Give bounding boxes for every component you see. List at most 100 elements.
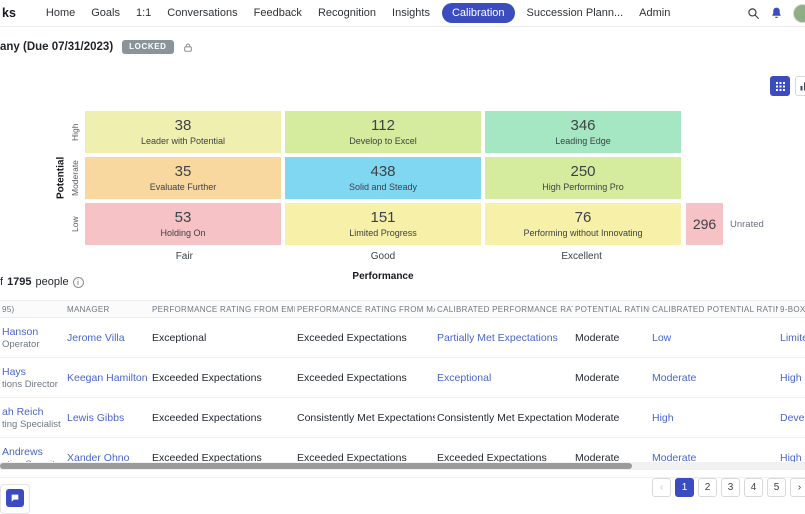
table-row: ah Reich ting Specialist Lewis Gibbs Exc… (0, 398, 805, 438)
nav-right (747, 4, 805, 23)
cell-count: 38 (175, 118, 192, 135)
horizontal-scrollbar-thumb[interactable] (0, 463, 632, 469)
calibrated-potential-cell[interactable]: Moderate (650, 372, 778, 384)
employee-name-link[interactable]: Hanson (2, 326, 65, 338)
cell-label: Limited Progress (349, 228, 417, 238)
bell-icon[interactable] (770, 6, 783, 20)
employee-title: tions Director (2, 379, 65, 390)
avatar[interactable] (793, 4, 805, 23)
info-icon[interactable]: i (73, 277, 84, 288)
chart-view-icon[interactable] (795, 76, 805, 96)
unrated-cell[interactable]: 296 (686, 203, 723, 245)
nav-item-insights[interactable]: Insights (384, 7, 438, 19)
cell-count: 76 (575, 210, 592, 227)
col-label-good: Good (284, 251, 483, 262)
perf-rating-employee: Exceptional (150, 332, 295, 344)
col-perf-from-manager: PERFORMANCE RATING FROM MANA... (295, 305, 435, 314)
nine-box-cells: 38 Leader with Potential 112 Develop to … (85, 111, 681, 245)
unrated-count: 296 (693, 216, 716, 232)
manager-link[interactable]: Keegan Hamilton (65, 372, 150, 384)
perf-rating-manager: Consistently Met Expectations (295, 412, 435, 424)
nav-item-admin[interactable]: Admin (631, 7, 678, 19)
nav-item-1on1[interactable]: 1:1 (128, 7, 159, 19)
calibrated-performance-cell[interactable]: Exceptional (435, 372, 573, 384)
perf-rating-manager: Exceeded Expectations (295, 372, 435, 384)
performance-axis-labels: Fair Good Excellent (85, 251, 681, 262)
pagination-page-2[interactable]: 2 (698, 478, 717, 497)
col-nine-box-position: 9-BOX PO... (778, 305, 805, 314)
nav-item-calibration[interactable]: Calibration (442, 3, 515, 23)
cell-label: Performing without Innovating (523, 228, 642, 238)
nine-box-cell-holding-on[interactable]: 53 Holding On (85, 203, 281, 245)
pagination-next-button[interactable]: › (790, 478, 805, 497)
calibrated-performance-cell[interactable]: Consistently Met Expectations (435, 412, 573, 424)
employee-cell: Hanson Operator (0, 326, 65, 350)
nine-box-grid: Potential High Moderate Low 38 Leader wi… (85, 111, 681, 282)
cell-label: Develop to Excel (349, 136, 417, 146)
calibrated-potential-cell[interactable]: High (650, 412, 778, 424)
cell-label: High Performing Pro (542, 182, 624, 192)
employee-name-link[interactable]: Hays (2, 366, 65, 378)
calibrated-potential-cell[interactable]: Low (650, 332, 778, 344)
nav-items: Home Goals 1:1 Conversations Feedback Re… (38, 3, 678, 23)
cell-label: Holding On (160, 228, 205, 238)
nine-box-cell-evaluate-further[interactable]: 35 Evaluate Further (85, 157, 281, 199)
nine-box-cell-leading-edge[interactable]: 346 Leading Edge (485, 111, 681, 153)
table-row: Andrews ation Securit... Xander Ohno Exc… (0, 438, 805, 478)
nine-box-position-cell[interactable]: High Pe (778, 372, 805, 384)
horizontal-scrollbar-track (0, 462, 805, 470)
employee-name-link[interactable]: Andrews (2, 446, 65, 458)
view-toggle (770, 76, 805, 96)
grid-view-icon[interactable] (770, 76, 790, 96)
nine-box-cell-high-performing-pro[interactable]: 250 High Performing Pro (485, 157, 681, 199)
logo-fragment[interactable]: ks (2, 6, 16, 20)
nav-item-goals[interactable]: Goals (83, 7, 128, 19)
nav-item-recognition[interactable]: Recognition (310, 7, 384, 19)
pagination-prev-button[interactable]: ‹ (652, 478, 671, 497)
pagination: ‹ 1 2 3 4 5 › (652, 478, 805, 497)
nine-box-position-cell[interactable]: Limited (778, 332, 805, 344)
nine-box-cell-limited-progress[interactable]: 151 Limited Progress (285, 203, 481, 245)
chat-icon[interactable] (6, 489, 24, 507)
nine-box-cell-solid-and-steady[interactable]: 438 Solid and Steady (285, 157, 481, 199)
nine-box-cell-leader-with-potential[interactable]: 38 Leader with Potential (85, 111, 281, 153)
table-row: Hays tions Director Keegan Hamilton Exce… (0, 358, 805, 398)
pagination-page-5[interactable]: 5 (767, 478, 786, 497)
cycle-title-fragment: any (Due 07/31/2023) (0, 41, 113, 53)
nav-item-feedback[interactable]: Feedback (246, 7, 310, 19)
potential-rating-cell: Moderate (573, 412, 650, 424)
people-count-value: 1795 (7, 276, 31, 288)
row-label-high: High (69, 111, 81, 153)
nine-box-position-cell[interactable]: Develop (778, 412, 805, 424)
performance-axis-title: Performance (85, 271, 681, 282)
search-icon[interactable] (747, 7, 760, 20)
perf-rating-employee: Exceeded Expectations (150, 372, 295, 384)
nav-item-succession-planning[interactable]: Succession Plann... (519, 7, 632, 19)
nine-box-cell-performing-without-innovating[interactable]: 76 Performing without Innovating (485, 203, 681, 245)
manager-link[interactable]: Jerome Villa (65, 332, 150, 344)
calibration-table: 95) MANAGER PERFORMANCE RATING FROM EMPL… (0, 300, 805, 478)
locked-badge: LOCKED (122, 40, 173, 54)
pagination-page-4[interactable]: 4 (744, 478, 763, 497)
nav-item-home[interactable]: Home (38, 7, 83, 19)
col-label-excellent: Excellent (482, 251, 681, 262)
cell-count: 35 (175, 164, 192, 181)
employee-name-link[interactable]: ah Reich (2, 406, 65, 418)
perf-rating-employee: Exceeded Expectations (150, 412, 295, 424)
col-perf-from-employee: PERFORMANCE RATING FROM EMPLO... (150, 305, 295, 314)
people-count-prefix: f (0, 276, 3, 288)
cell-count: 151 (370, 210, 395, 227)
cell-count: 250 (570, 164, 595, 181)
row-label-low: Low (69, 203, 81, 245)
row-label-moderate: Moderate (69, 157, 81, 199)
people-count-suffix: people (36, 276, 69, 288)
manager-link[interactable]: Lewis Gibbs (65, 412, 150, 424)
nine-box-cell-develop-to-excel[interactable]: 112 Develop to Excel (285, 111, 481, 153)
employee-title: Operator (2, 339, 65, 350)
nav-item-conversations[interactable]: Conversations (159, 7, 245, 19)
people-count-line: f 1795 people i (0, 276, 84, 288)
potential-axis-title: Potential (54, 111, 68, 245)
pagination-page-1[interactable]: 1 (675, 478, 694, 497)
pagination-page-3[interactable]: 3 (721, 478, 740, 497)
calibrated-performance-cell[interactable]: Partially Met Expectations (435, 332, 573, 344)
